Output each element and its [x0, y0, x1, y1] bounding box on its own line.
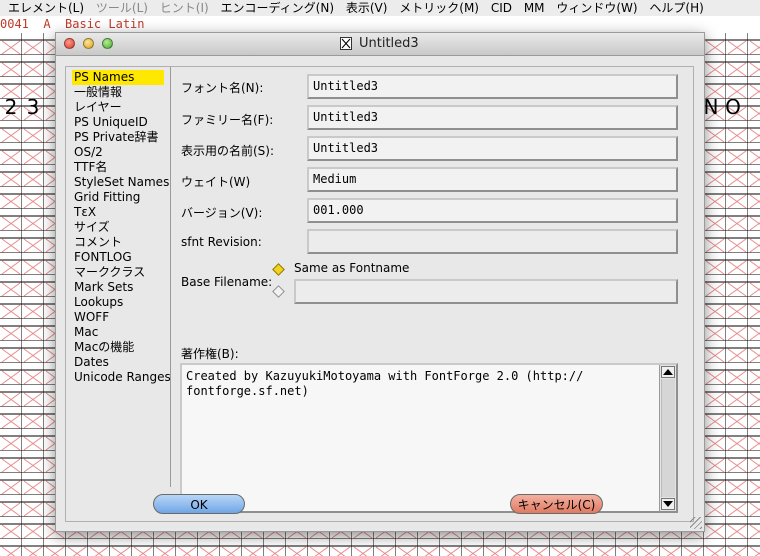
copyright-textarea[interactable]: Created by KazuyukiMotoyama with FontFor… — [180, 363, 678, 513]
nav-os2[interactable]: OS/2 — [72, 145, 172, 160]
glyph-3-left[interactable]: 3 — [22, 95, 44, 119]
copyright-scrollbar[interactable] — [659, 365, 676, 511]
nav-ttf-names[interactable]: TTF名 — [72, 160, 172, 175]
weight-label: ウェイト(W) — [181, 175, 251, 189]
nav-dates[interactable]: Dates — [72, 355, 172, 370]
nav-layers[interactable]: レイヤー — [72, 100, 172, 115]
menu-help[interactable]: ヘルプ(H) — [649, 1, 703, 15]
base-filename-label: Base Filename: — [181, 275, 273, 289]
nav-lookups[interactable]: Lookups — [72, 295, 172, 310]
nav-mark-classes[interactable]: マーククラス — [72, 265, 172, 280]
nav-size[interactable]: サイズ — [72, 220, 172, 235]
family-label: ファミリー名(F): — [181, 113, 274, 127]
x11-icon — [340, 37, 352, 50]
copyright-label: 著作権(B): — [181, 347, 239, 361]
version-field[interactable]: 001.000 — [307, 198, 678, 223]
same-as-fontname-label: Same as Fontname — [294, 261, 410, 275]
copyright-line-2: fontforge.sf.net) — [186, 384, 309, 398]
dialog-title: Untitled3 — [359, 36, 419, 51]
nav-fontlog[interactable]: FONTLOG — [72, 250, 172, 265]
display-name-label: 表示用の名前(S): — [181, 144, 275, 158]
nav-ps-uniqueid[interactable]: PS UniqueID — [72, 115, 172, 130]
scroll-up-arrow-icon[interactable] — [661, 366, 675, 378]
glyph-2-left[interactable]: 2 — [0, 95, 22, 119]
font-info-dialog: Untitled3 PS Names 一般情報 レイヤー PS UniqueID… — [55, 32, 705, 532]
close-window-button[interactable] — [64, 38, 75, 49]
display-name-field[interactable]: Untitled3 — [307, 136, 678, 161]
menu-cid[interactable]: CID — [491, 1, 512, 15]
fontname-field[interactable]: Untitled3 — [307, 74, 678, 99]
nav-ps-private[interactable]: PS Private辞書 — [72, 130, 172, 145]
custom-filename-radio[interactable] — [272, 285, 285, 298]
dialog-body: PS Names 一般情報 レイヤー PS UniqueID PS Privat… — [65, 66, 694, 522]
menu-window[interactable]: ウィンドウ(W) — [556, 1, 637, 15]
nav-mac[interactable]: Mac — [72, 325, 172, 340]
minimize-window-button[interactable] — [83, 38, 94, 49]
menu-element[interactable]: エレメント(L) — [8, 1, 84, 15]
fontname-label: フォント名(N): — [181, 81, 264, 95]
dialog-titlebar[interactable]: Untitled3 — [56, 33, 704, 56]
nav-tex[interactable]: TεX — [72, 205, 172, 220]
nav-ps-names[interactable]: PS Names — [72, 70, 164, 85]
menu-metrics[interactable]: メトリック(M) — [399, 1, 479, 15]
sfnt-revision-field[interactable] — [307, 229, 678, 254]
menu-mm[interactable]: MM — [524, 1, 545, 15]
nav-grid-fitting[interactable]: Grid Fitting — [72, 190, 172, 205]
nav-styleset-names[interactable]: StyleSet Names — [72, 175, 172, 190]
weight-field[interactable]: Medium — [307, 167, 678, 192]
sfnt-revision-label: sfnt Revision: — [181, 235, 262, 249]
version-label: バージョン(V): — [181, 206, 263, 220]
zoom-window-button[interactable] — [102, 38, 113, 49]
resize-grip-icon[interactable] — [690, 517, 702, 529]
base-filename-field[interactable] — [294, 279, 678, 304]
same-as-fontname-radio[interactable] — [272, 263, 285, 276]
scroll-track[interactable] — [661, 379, 675, 497]
section-divider — [170, 67, 171, 487]
glyph-o-right[interactable]: O — [722, 95, 744, 119]
menu-hints[interactable]: ヒント(I) — [160, 1, 209, 15]
ok-button[interactable]: OK — [153, 494, 245, 514]
nav-unicode-ranges[interactable]: Unicode Ranges — [72, 370, 172, 385]
nav-mark-sets[interactable]: Mark Sets — [72, 280, 172, 295]
glyph-info-line: 0041 A Basic Latin — [0, 16, 760, 33]
menu-encoding[interactable]: エンコーディング(N) — [221, 1, 335, 15]
nav-comment[interactable]: コメント — [72, 235, 172, 250]
nav-woff[interactable]: WOFF — [72, 310, 172, 325]
copyright-text: Created by KazuyukiMotoyama with FontFor… — [186, 369, 583, 399]
menu-tools[interactable]: ツール(L) — [96, 1, 148, 15]
scroll-down-arrow-icon[interactable] — [661, 498, 675, 510]
menu-view[interactable]: 表示(V) — [346, 1, 388, 15]
nav-mac-features[interactable]: Macの機能 — [72, 340, 172, 355]
copyright-line-1: Created by KazuyukiMotoyama with FontFor… — [186, 369, 584, 383]
cancel-button[interactable]: キャンセル(C) — [510, 494, 603, 514]
nav-general[interactable]: 一般情報 — [72, 85, 172, 100]
font-window-menubar: エレメント(L) ツール(L) ヒント(I) エンコーディング(N) 表示(V)… — [0, 0, 760, 17]
section-list: PS Names 一般情報 レイヤー PS UniqueID PS Privat… — [72, 70, 172, 385]
family-field[interactable]: Untitled3 — [307, 105, 678, 130]
